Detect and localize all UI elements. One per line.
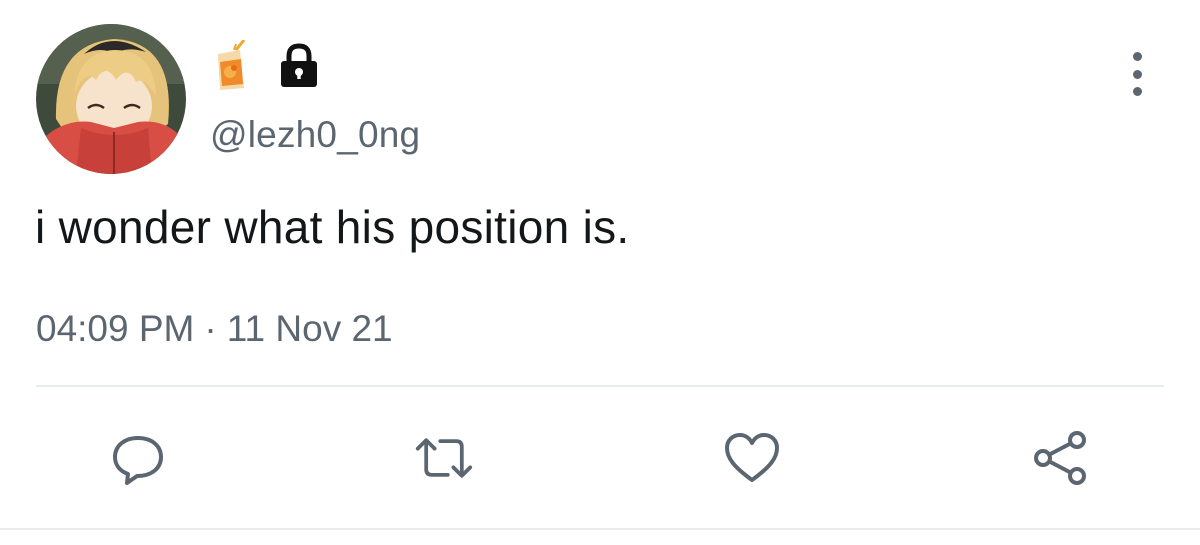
more-options-button[interactable] [1122, 52, 1152, 96]
retweet-button[interactable] [414, 428, 474, 488]
tweet-date: 11 Nov 21 [226, 308, 393, 349]
tweet-time: 04:09 PM [36, 308, 195, 349]
tweet-text: i wonder what his position is. [35, 201, 630, 253]
retweet-icon [415, 438, 473, 478]
more-dot [1132, 52, 1142, 61]
like-button[interactable] [722, 428, 782, 488]
timestamp-separator: · [204, 308, 217, 349]
more-dot [1132, 69, 1142, 79]
heart-icon [725, 433, 779, 482]
more-dot [1132, 87, 1142, 96]
reply-button[interactable] [108, 428, 168, 488]
lock-icon [278, 42, 320, 95]
reply-icon [113, 436, 163, 485]
share-icon [1034, 431, 1086, 485]
tweet-card: @lezh0_0ng i wonder what his position is… [0, 0, 1200, 545]
divider [36, 385, 1164, 387]
tweet-timestamp[interactable]: 04:09 PM · 11 Nov 21 [36, 308, 393, 350]
user-handle[interactable]: @lezh0_0ng [210, 114, 420, 156]
divider-bottom [0, 528, 1200, 530]
avatar[interactable] [36, 24, 186, 174]
share-button[interactable] [1030, 428, 1090, 488]
name-row [214, 38, 320, 97]
juice-box-icon [214, 38, 248, 97]
